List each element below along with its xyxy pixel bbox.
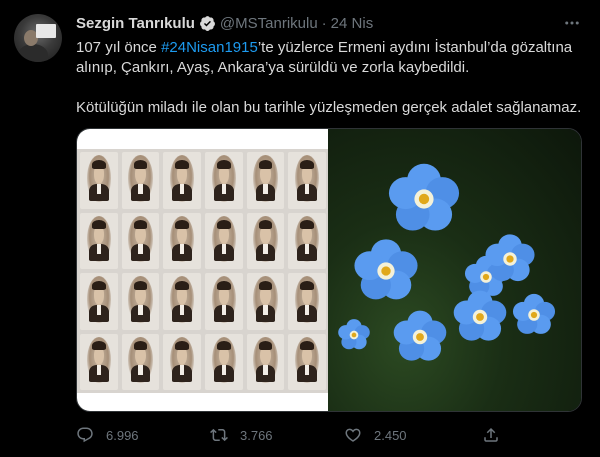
portrait-photo (80, 273, 118, 330)
portrait-photo (121, 273, 160, 330)
portrait-photo (246, 212, 285, 269)
portrait-photo (163, 212, 201, 269)
forget-me-not-flower (393, 310, 447, 361)
tweet-paragraph-2: Kötülüğün miladı ile olan bu tarihle yüz… (76, 99, 582, 116)
portrait-photo (205, 333, 243, 390)
retweet-count: 3.766 (240, 427, 273, 443)
portrait-photo (288, 152, 326, 209)
retweet-button[interactable]: 3.766 (210, 424, 273, 446)
tweet[interactable]: Sezgin Tanrıkulu @MSTanrikulu · 24 Nis 1… (0, 0, 600, 457)
more-options-icon[interactable] (562, 13, 582, 33)
like-button[interactable]: 2.450 (344, 424, 407, 446)
tweet-text: 107 yıl önce #24Nisan1915’te yüzlerce Er… (76, 38, 586, 118)
portrait-photo (205, 273, 243, 330)
forget-me-not-flower (388, 163, 460, 231)
reply-icon (77, 427, 93, 443)
forget-me-not-flower (338, 319, 370, 350)
tweet-header: Sezgin Tanrıkulu @MSTanrikulu · 24 Nis (76, 13, 373, 33)
header-separator: · (321, 14, 327, 32)
hashtag-link[interactable]: #24Nisan1915 (161, 39, 258, 56)
portrait-grid (77, 149, 329, 393)
tweet-date[interactable]: 24 Nis (331, 15, 374, 32)
avatar[interactable] (14, 14, 62, 62)
like-count: 2.450 (374, 427, 407, 443)
share-icon (484, 427, 498, 442)
portrait-photo (80, 152, 118, 209)
portrait-photo (246, 333, 285, 390)
forget-me-not-flower (512, 293, 556, 334)
tweet-paragraph-1: 107 yıl önce #24Nisan1915’te yüzlerce Er… (76, 39, 573, 76)
portrait-photo (246, 273, 285, 330)
portrait-photo (121, 152, 160, 209)
portrait-photo (163, 152, 201, 209)
portrait-photo (80, 333, 118, 390)
portrait-photo (121, 333, 160, 390)
forget-me-not-flowers (338, 163, 556, 361)
portrait-photo (163, 333, 201, 390)
portrait-photo (163, 273, 201, 330)
tweet-media[interactable] (76, 128, 582, 412)
portrait-photo (288, 273, 326, 330)
portrait-photo (288, 212, 326, 269)
retweet-icon (210, 428, 228, 442)
forget-me-not-flower (354, 239, 418, 300)
portraits-image[interactable] (77, 129, 329, 411)
forget-me-not-flower (453, 290, 507, 341)
author-name[interactable]: Sezgin Tanrıkulu (76, 15, 195, 32)
portrait-photo (121, 212, 160, 269)
forget-me-not-flower (485, 234, 535, 282)
author-handle[interactable]: @MSTanrikulu (220, 15, 318, 32)
reply-count: 6.996 (106, 427, 139, 443)
heart-icon (345, 428, 361, 442)
share-button[interactable] (482, 424, 500, 446)
portrait-photo (246, 152, 285, 209)
portrait-photo (205, 152, 243, 209)
portrait-photo (205, 212, 243, 269)
forget-me-not-image[interactable] (328, 129, 581, 411)
tweet-actions: 6.996 3.766 2.450 (76, 424, 582, 446)
reply-button[interactable]: 6.996 (76, 424, 139, 446)
portrait-photo (80, 212, 118, 269)
portrait-photo (288, 333, 326, 390)
verified-badge-icon (199, 15, 215, 31)
